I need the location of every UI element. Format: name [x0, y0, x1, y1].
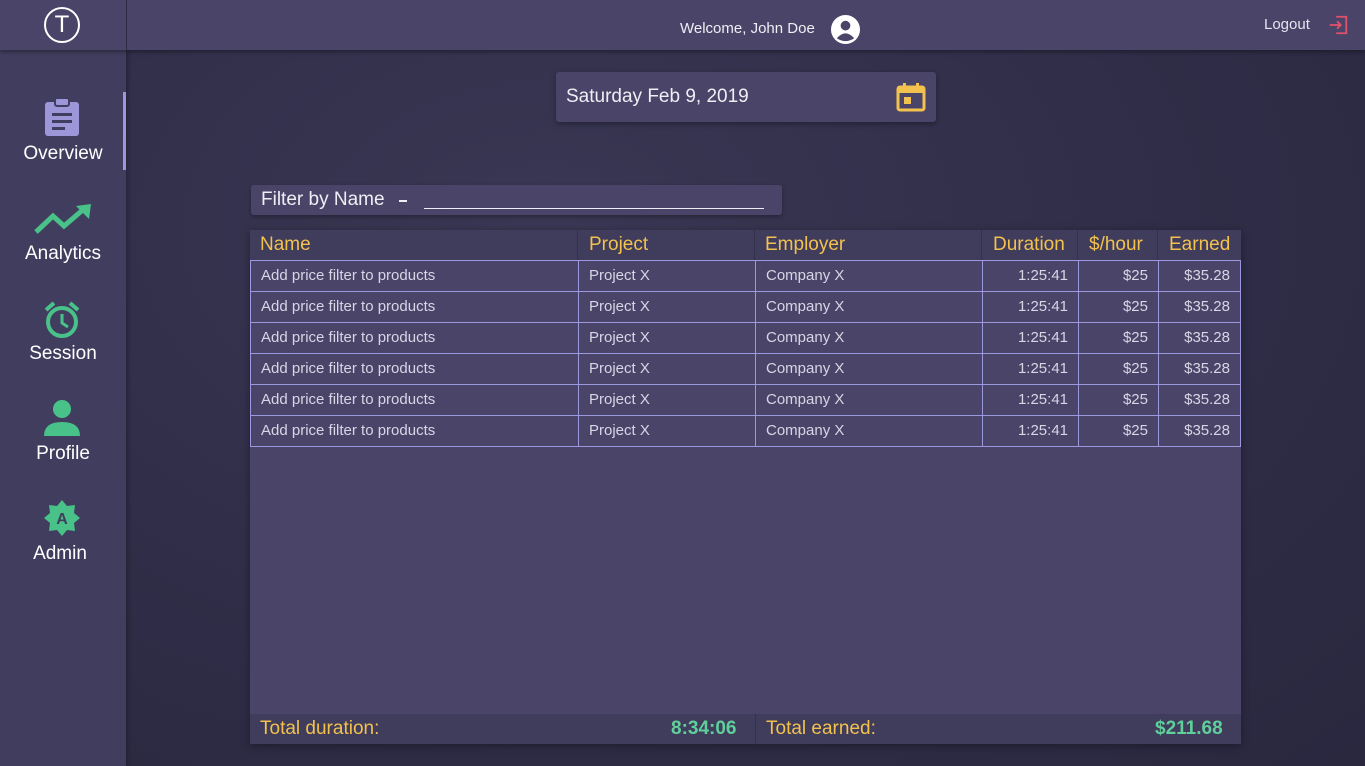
person-icon [44, 400, 80, 436]
cell-rate: $25 [1078, 323, 1158, 353]
user-avatar-icon[interactable] [830, 14, 861, 45]
logo-area: T [0, 0, 127, 50]
column-header-project[interactable]: Project [589, 234, 648, 256]
table-row[interactable]: Add price filter to products Project X Com… [250, 415, 1241, 447]
chevron-down-icon[interactable] [399, 200, 407, 202]
cell-project: Project X [578, 261, 755, 291]
cell-earned: $35.28 [1158, 261, 1240, 291]
sidebar-item-profile[interactable]: Profile [0, 398, 126, 488]
sidebar-item-label: Analytics [24, 243, 102, 264]
admin-badge-letter: A [56, 511, 68, 528]
cell-earned: $35.28 [1158, 416, 1240, 446]
clipboard-icon [45, 98, 79, 136]
cell-rate: $25 [1078, 385, 1158, 415]
cell-name: Add price filter to products [261, 298, 436, 315]
cell-duration: 1:25:41 [982, 323, 1078, 353]
cell-duration: 1:25:41 [982, 416, 1078, 446]
cell-project: Project X [578, 354, 755, 384]
table-body: Add price filter to products Project X Com… [250, 260, 1241, 447]
app-root: T Welcome, John Doe Logout Overview Anal… [0, 0, 1365, 766]
date-value: Saturday Feb 9, 2019 [566, 86, 749, 107]
sidebar-item-label: Admin [33, 543, 87, 564]
sidebar-item-admin[interactable]: A Admin [0, 498, 126, 588]
calendar-icon[interactable] [896, 82, 926, 112]
cell-name: Add price filter to products [261, 422, 436, 439]
total-duration-value: 8:34:06 [671, 718, 737, 739]
date-picker[interactable]: Saturday Feb 9, 2019 [556, 72, 936, 122]
cell-name: Add price filter to products [261, 360, 436, 377]
table-row[interactable]: Add price filter to products Project X Com… [250, 260, 1241, 292]
admin-badge-icon: A [44, 500, 80, 536]
cell-duration: 1:25:41 [982, 292, 1078, 322]
filter-bar: Filter by Name [251, 185, 782, 215]
trending-up-icon [34, 204, 91, 234]
cell-employer: Company X [755, 416, 982, 446]
cell-rate: $25 [1078, 261, 1158, 291]
cell-rate: $25 [1078, 416, 1158, 446]
table-row[interactable]: Add price filter to products Project X Com… [250, 353, 1241, 385]
sidebar-item-label: Profile [36, 443, 90, 464]
cell-earned: $35.28 [1158, 385, 1240, 415]
totals-bar: Total duration: 8:34:06 Total earned: $2… [250, 714, 1241, 744]
cell-employer: Company X [755, 292, 982, 322]
column-header-name[interactable]: Name [260, 234, 311, 256]
cell-earned: $35.28 [1158, 354, 1240, 384]
sidebar-item-overview[interactable]: Overview [0, 98, 126, 188]
table-header: Name Project Employer Duration $/hour Ea… [250, 230, 1241, 260]
cell-duration: 1:25:41 [982, 385, 1078, 415]
logout-icon[interactable] [1327, 14, 1349, 36]
cell-earned: $35.28 [1158, 292, 1240, 322]
sidebar-item-session[interactable]: Session [0, 298, 126, 388]
sidebar-item-label: Overview [23, 143, 103, 164]
filter-input[interactable] [424, 189, 764, 209]
column-header-rate[interactable]: $/hour [1089, 234, 1143, 256]
cell-duration: 1:25:41 [982, 261, 1078, 291]
cell-earned: $35.28 [1158, 323, 1240, 353]
table-row[interactable]: Add price filter to products Project X Com… [250, 322, 1241, 354]
cell-name: Add price filter to products [261, 267, 436, 284]
cell-employer: Company X [755, 354, 982, 384]
cell-project: Project X [578, 385, 755, 415]
alarm-clock-icon [44, 301, 80, 338]
sidebar: Overview Analytics Session Profile A Adm… [0, 50, 126, 766]
total-earned-value: $211.68 [1155, 718, 1223, 739]
cell-project: Project X [578, 323, 755, 353]
welcome-text: Welcome, John Doe [680, 20, 815, 37]
filter-field-select[interactable]: Filter by Name [261, 189, 385, 211]
total-duration-label: Total duration: [260, 718, 380, 739]
column-header-duration[interactable]: Duration [993, 234, 1065, 256]
total-earned-label: Total earned: [766, 718, 876, 739]
cell-rate: $25 [1078, 292, 1158, 322]
table-row[interactable]: Add price filter to products Project X Com… [250, 384, 1241, 416]
column-header-employer[interactable]: Employer [765, 234, 845, 256]
cell-project: Project X [578, 292, 755, 322]
cell-project: Project X [578, 416, 755, 446]
cell-rate: $25 [1078, 354, 1158, 384]
cell-employer: Company X [755, 261, 982, 291]
cell-name: Add price filter to products [261, 391, 436, 408]
cell-employer: Company X [755, 323, 982, 353]
table-row[interactable]: Add price filter to products Project X Com… [250, 291, 1241, 323]
cell-duration: 1:25:41 [982, 354, 1078, 384]
sidebar-item-label: Session [29, 343, 97, 364]
column-header-earned[interactable]: Earned [1169, 234, 1230, 256]
logout-link[interactable]: Logout [1264, 16, 1310, 33]
cell-name: Add price filter to products [261, 329, 436, 346]
top-bar: T Welcome, John Doe Logout [0, 0, 1365, 50]
sessions-table: Name Project Employer Duration $/hour Ea… [250, 230, 1241, 744]
cell-employer: Company X [755, 385, 982, 415]
sidebar-item-analytics[interactable]: Analytics [0, 198, 126, 288]
app-logo[interactable]: T [44, 7, 80, 43]
